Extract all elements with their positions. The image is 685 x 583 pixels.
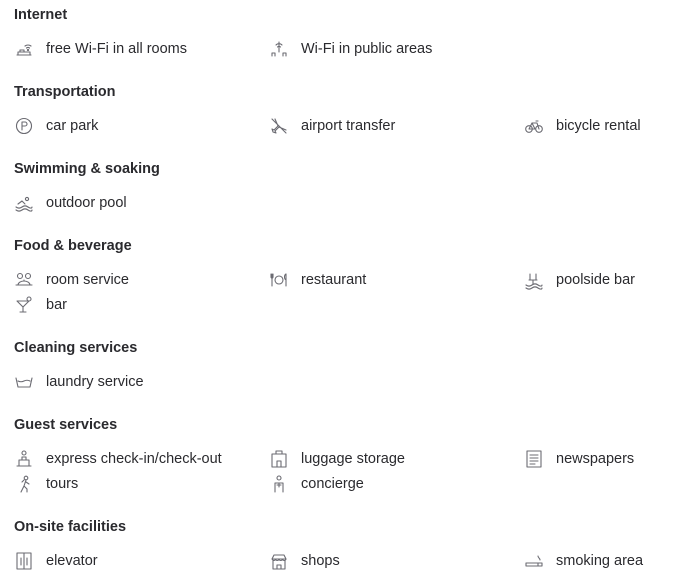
shop-icon [269, 551, 289, 571]
facility-item: newspapers [524, 446, 674, 471]
check-in-icon [14, 449, 34, 469]
section-internet: Internet free Wi-Fi in all rooms Wi-Fi i… [14, 6, 674, 61]
facility-item: airport transfer [269, 113, 524, 138]
smoking-icon [524, 551, 544, 571]
facility-label: laundry service [46, 373, 144, 390]
facility-label: bicycle rental [556, 117, 641, 134]
facility-label: newspapers [556, 450, 635, 467]
bicycle-icon [524, 116, 544, 136]
swimming-icon [14, 193, 34, 213]
facility-item: shops [269, 548, 524, 573]
facility-item: laundry service [14, 369, 269, 394]
facility-label: poolside bar [556, 271, 635, 288]
facility-item: bar [14, 292, 269, 317]
restaurant-icon [269, 270, 289, 290]
section-food-beverage: Food & beverage room service restaurant … [14, 237, 674, 317]
facility-item: restaurant [269, 267, 524, 292]
facility-item: poolside bar [524, 267, 674, 292]
facility-item: car park [14, 113, 269, 138]
section-title: Guest services [14, 417, 118, 433]
parking-icon [14, 116, 34, 136]
facility-item: express check-in/check-out [14, 446, 269, 471]
section-guest-services: Guest services express check-in/check-ou… [14, 416, 674, 496]
section-title: Transportation [14, 84, 116, 100]
facility-item: room service [14, 267, 269, 292]
wifi-room-icon [14, 39, 34, 59]
tours-icon [14, 474, 34, 494]
section-title: Swimming & soaking [14, 161, 160, 177]
section-title: Cleaning services [14, 340, 138, 356]
facility-item: elevator [14, 548, 269, 573]
section-cleaning: Cleaning services laundry service [14, 339, 674, 394]
section-transportation: Transportation car park airport transfer… [14, 83, 674, 138]
facility-label: smoking area [556, 552, 644, 569]
cocktail-icon [14, 295, 34, 315]
facility-label: restaurant [301, 271, 367, 288]
facility-label: airport transfer [301, 117, 396, 134]
room-service-icon [14, 270, 34, 290]
section-on-site-facilities: On-site facilities elevator shops smokin… [14, 518, 674, 573]
luggage-icon [269, 449, 289, 469]
facility-item: bicycle rental [524, 113, 674, 138]
facility-item: free Wi-Fi in all rooms [14, 36, 269, 61]
facility-item: smoking area [524, 548, 674, 573]
elevator-icon [14, 551, 34, 571]
poolside-bar-icon [524, 270, 544, 290]
facility-item: concierge [269, 471, 524, 496]
facility-label: room service [46, 271, 129, 288]
facility-item: outdoor pool [14, 190, 269, 215]
newspaper-icon [524, 449, 544, 469]
facility-label: elevator [46, 552, 98, 569]
airplane-icon [269, 116, 289, 136]
facility-label: concierge [301, 475, 364, 492]
facilities-page: Internet free Wi-Fi in all rooms Wi-Fi i… [0, 0, 685, 583]
laundry-icon [14, 372, 34, 392]
section-title: Food & beverage [14, 238, 132, 254]
facility-label: express check-in/check-out [46, 450, 222, 467]
facility-label: outdoor pool [46, 194, 127, 211]
facility-label: luggage storage [301, 450, 405, 467]
facility-item: luggage storage [269, 446, 524, 471]
facility-label: free Wi-Fi in all rooms [46, 40, 187, 57]
section-swimming: Swimming & soaking outdoor pool [14, 160, 674, 215]
facility-label: bar [46, 296, 67, 313]
concierge-icon [269, 474, 289, 494]
section-title: Internet [14, 7, 68, 23]
facility-item: Wi-Fi in public areas [269, 36, 524, 61]
facility-label: Wi-Fi in public areas [301, 40, 433, 57]
section-title: On-site facilities [14, 519, 127, 535]
wifi-public-icon [269, 39, 289, 59]
facility-label: car park [46, 117, 99, 134]
facility-label: shops [301, 552, 340, 569]
facility-item: tours [14, 471, 269, 496]
facility-label: tours [46, 475, 79, 492]
